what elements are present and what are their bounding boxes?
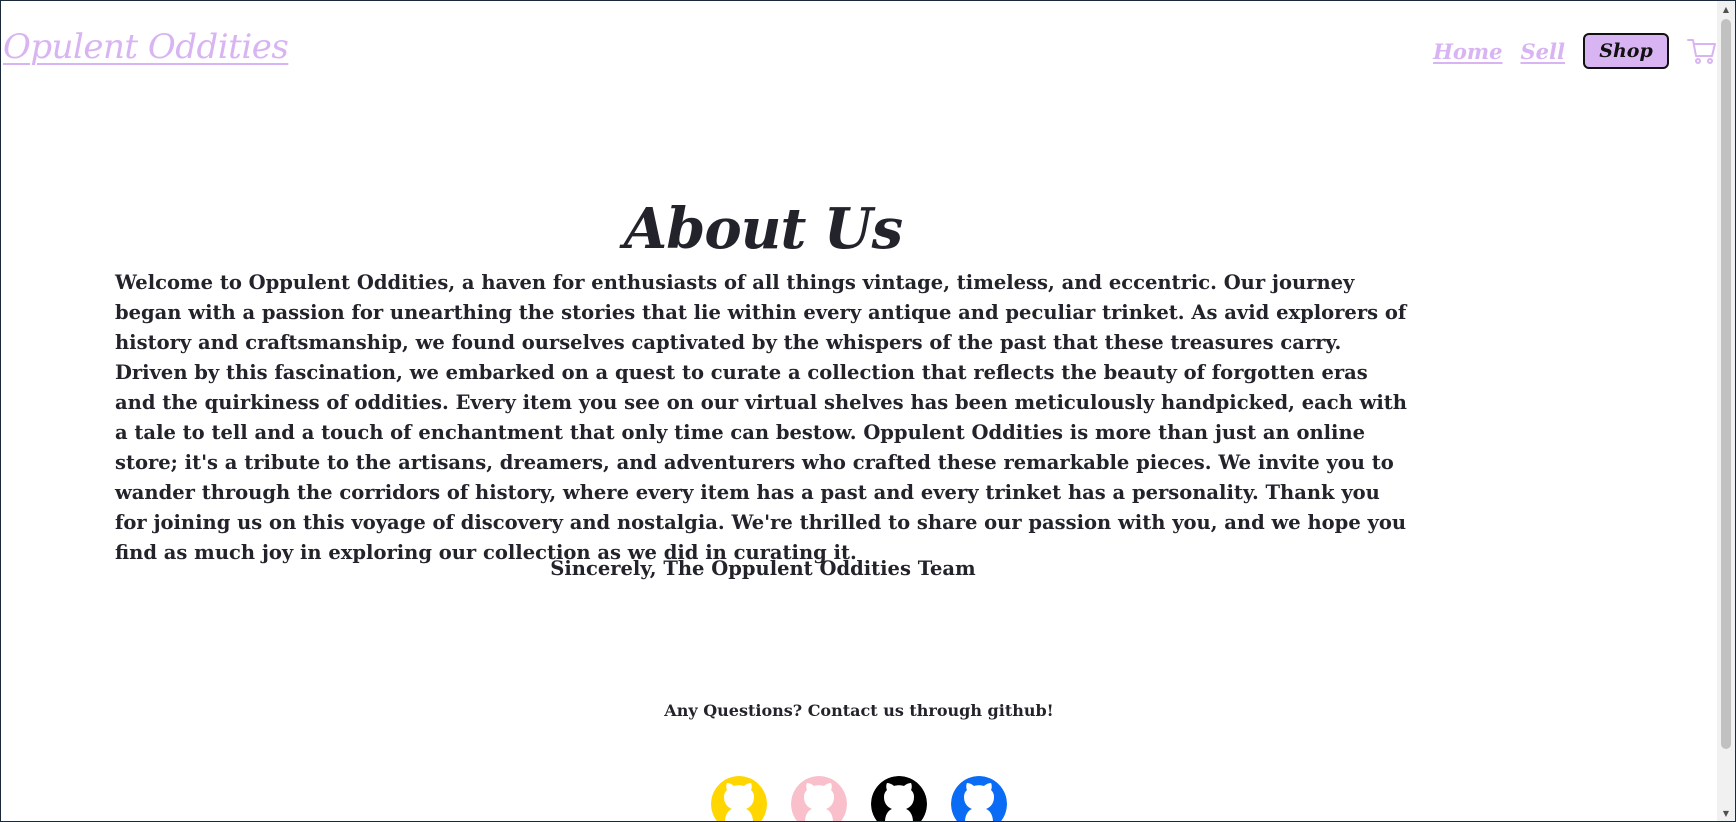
vertical-scrollbar[interactable]: ▲ ▼: [1717, 1, 1735, 821]
page-title: About Us: [623, 196, 903, 262]
github-icon: [871, 776, 927, 821]
main-nav: Home Sell Shop: [1433, 31, 1717, 71]
site-logo-link[interactable]: Opulent Oddities: [3, 27, 289, 67]
github-icon: [791, 776, 847, 821]
about-page: Opulent Oddities Home Sell Shop About Us…: [1, 1, 1717, 821]
github-link[interactable]: [791, 776, 847, 821]
contact-text: Any Questions? Contact us through github…: [664, 701, 1054, 720]
browser-viewport: Opulent Oddities Home Sell Shop About Us…: [1, 1, 1735, 821]
github-links: [711, 776, 1031, 821]
github-link[interactable]: [711, 776, 767, 821]
nav-home-link[interactable]: Home: [1433, 39, 1502, 64]
scrollbar-thumb[interactable]: [1721, 19, 1731, 749]
shop-button[interactable]: Shop: [1583, 33, 1669, 69]
signoff-text: Sincerely, The Oppulent Oddities Team: [550, 557, 976, 580]
scroll-down-arrow-icon[interactable]: ▼: [1717, 805, 1735, 821]
github-link[interactable]: [951, 776, 1007, 821]
github-icon: [711, 776, 767, 821]
nav-sell-link[interactable]: Sell: [1521, 39, 1565, 64]
github-link[interactable]: [871, 776, 927, 821]
shopping-cart-icon[interactable]: [1687, 36, 1717, 66]
github-icon: [951, 776, 1007, 821]
about-paragraph: Welcome to Oppulent Oddities, a haven fo…: [115, 271, 1407, 564]
scroll-up-arrow-icon[interactable]: ▲: [1717, 1, 1735, 17]
